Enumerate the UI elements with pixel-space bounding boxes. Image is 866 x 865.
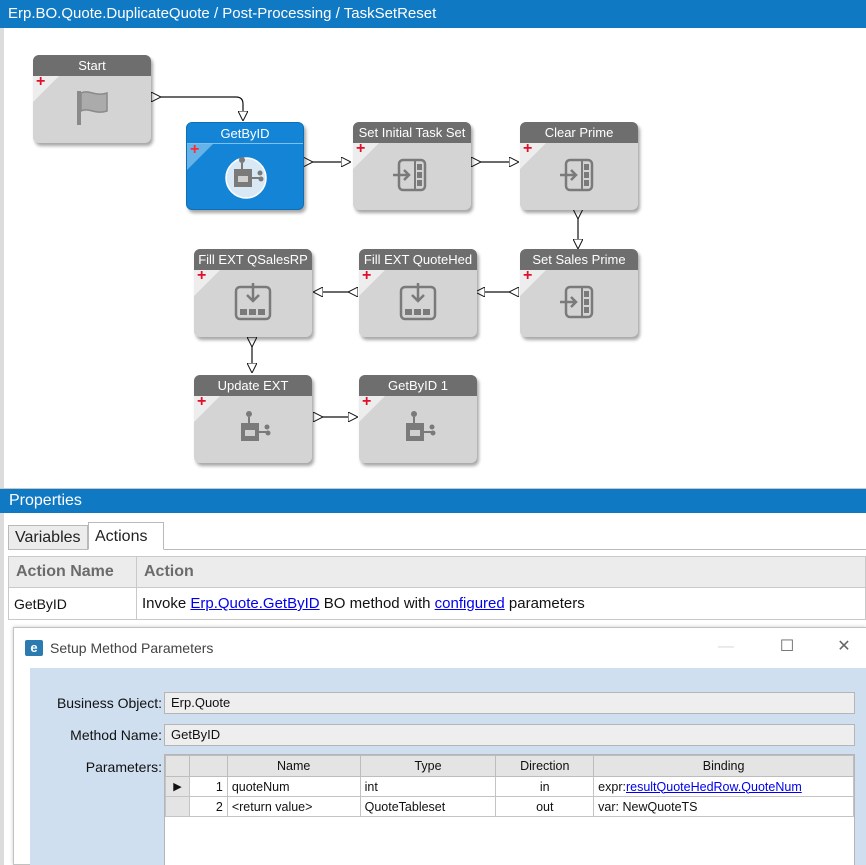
row-indicator	[165, 796, 190, 817]
method-link[interactable]: Erp.Quote.GetByID	[190, 595, 319, 612]
param-direction-cell[interactable]: out	[495, 796, 595, 817]
add-icon[interactable]: +	[356, 141, 365, 157]
add-icon[interactable]: +	[197, 268, 206, 284]
business-object-field[interactable]: Erp.Quote	[164, 692, 855, 714]
binding-link[interactable]: resultQuoteHedRow.QuoteNum	[626, 780, 802, 794]
node-getbyid-1[interactable]: GetByID 1 +	[359, 375, 477, 463]
row-number: 2	[188, 796, 228, 817]
column-header-direction[interactable]: Direction	[495, 755, 595, 777]
node-title: Set Initial Task Set	[353, 122, 471, 143]
flag-icon	[77, 91, 108, 125]
app-logo-icon: e	[25, 640, 43, 656]
method-name-label: Method Name:	[70, 727, 162, 743]
dialog-titlebar[interactable]: e Setup Method Parameters — ☐ ✕	[14, 628, 866, 668]
setup-method-parameters-dialog: e Setup Method Parameters — ☐ ✕ Business…	[13, 627, 866, 865]
maximize-button[interactable]: ☐	[777, 637, 797, 657]
parameters-label: Parameters:	[85, 759, 162, 775]
param-name-cell[interactable]: <return value>	[226, 796, 361, 817]
fill-table-icon	[234, 283, 272, 321]
configured-link[interactable]: configured	[435, 595, 505, 612]
param-type-cell[interactable]: QuoteTableset	[359, 796, 497, 817]
node-title: Update EXT	[194, 375, 312, 396]
param-binding-cell[interactable]: var: NewQuoteTS	[593, 796, 854, 817]
action-cell[interactable]: Invoke Erp.Quote.GetByID BO method with …	[136, 587, 866, 620]
node-title: Start	[33, 55, 151, 76]
business-object-label: Business Object:	[56, 695, 162, 711]
table-row[interactable]: 2 <return value> QuoteTableset out var: …	[165, 796, 854, 817]
node-title: GetByID 1	[359, 375, 477, 396]
param-name-cell[interactable]: quoteNum	[226, 776, 361, 797]
param-binding-cell[interactable]: expr:resultQuoteHedRow.QuoteNum	[593, 776, 854, 797]
node-fill-ext-qsalesrp[interactable]: Fill EXT QSalesRP +	[194, 249, 312, 337]
tab-actions[interactable]: Actions	[88, 522, 164, 550]
dialog-body: Business Object: Erp.Quote Method Name: …	[30, 668, 866, 865]
properties-header: Properties	[0, 489, 866, 513]
set-variable-icon	[393, 158, 427, 192]
close-button[interactable]: ✕	[834, 637, 854, 657]
minimize-icon: —	[718, 638, 734, 655]
node-set-initial-task-set[interactable]: Set Initial Task Set +	[353, 122, 471, 210]
column-header-type[interactable]: Type	[359, 755, 497, 777]
column-header-action-name[interactable]: Action Name	[8, 556, 137, 588]
column-header-action[interactable]: Action	[136, 556, 866, 588]
table-row[interactable]: ▶ 1 quoteNum int in expr:resultQuoteHedR…	[165, 776, 854, 797]
method-name-field[interactable]: GetByID	[164, 724, 855, 746]
method-invoke-icon	[406, 411, 436, 441]
node-fill-ext-quotehed[interactable]: Fill EXT QuoteHed +	[359, 249, 477, 337]
node-title: Fill EXT QuoteHed	[359, 249, 477, 270]
param-type-cell[interactable]: int	[359, 776, 497, 797]
column-header-name[interactable]: Name	[226, 755, 361, 777]
table-row[interactable]: GetByID Invoke Erp.Quote.GetByID BO meth…	[8, 587, 866, 620]
node-start[interactable]: Start +	[33, 55, 151, 143]
current-row-indicator-icon: ▶	[165, 776, 190, 797]
add-icon[interactable]: +	[523, 141, 532, 157]
row-number-header	[188, 755, 228, 777]
add-icon[interactable]: +	[362, 268, 371, 284]
node-set-sales-prime[interactable]: Set Sales Prime +	[520, 249, 638, 337]
tab-variables[interactable]: Variables	[8, 525, 88, 550]
column-header-binding[interactable]: Binding	[593, 755, 854, 777]
node-clear-prime[interactable]: Clear Prime +	[520, 122, 638, 210]
node-title: Fill EXT QSalesRP	[194, 249, 312, 270]
actions-table: Action Name Action GetByID Invoke Erp.Qu…	[8, 556, 866, 620]
parameters-grid: Name Type Direction Binding ▶ 1 quoteNum…	[164, 754, 855, 865]
set-variable-icon	[560, 285, 594, 319]
method-invoke-icon	[225, 157, 267, 199]
method-invoke-icon	[241, 411, 271, 441]
node-title: Clear Prime	[520, 122, 638, 143]
action-name-cell[interactable]: GetByID	[8, 587, 137, 620]
connector-start-getbyid	[152, 97, 243, 120]
add-icon[interactable]: +	[523, 268, 532, 284]
add-icon[interactable]: +	[362, 394, 371, 410]
row-number: 1	[188, 776, 228, 797]
param-direction-cell[interactable]: in	[495, 776, 595, 797]
set-variable-icon	[560, 158, 594, 192]
add-icon[interactable]: +	[190, 142, 199, 158]
node-title: Set Sales Prime	[520, 249, 638, 270]
row-indicator-header	[165, 755, 190, 777]
node-update-ext[interactable]: Update EXT +	[194, 375, 312, 463]
add-icon[interactable]: +	[36, 74, 45, 90]
add-icon[interactable]: +	[197, 394, 206, 410]
fill-table-icon	[399, 283, 437, 321]
parameters-table: Name Type Direction Binding ▶ 1 quoteNum…	[165, 755, 854, 817]
node-title: GetByID	[187, 123, 303, 144]
dialog-title: Setup Method Parameters	[50, 640, 214, 656]
node-getbyid[interactable]: GetByID +	[186, 122, 304, 210]
